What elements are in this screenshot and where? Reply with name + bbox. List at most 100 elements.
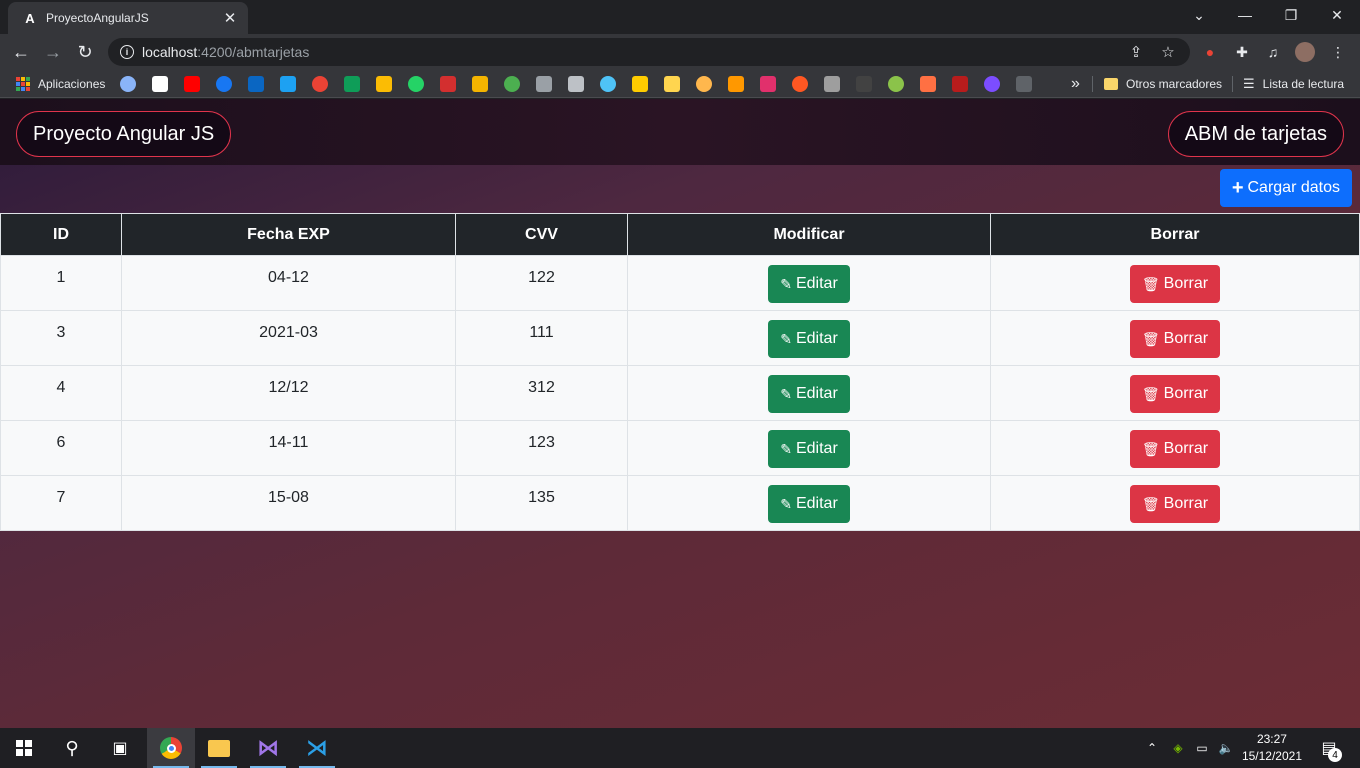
load-data-button[interactable]: + Cargar datos bbox=[1219, 169, 1352, 207]
edit-label: Editar bbox=[795, 275, 838, 292]
bookmark-other[interactable]: Otros marcadores bbox=[1104, 76, 1222, 92]
url-text: localhost:4200/abmtarjetas bbox=[142, 44, 310, 60]
bookmark-favicon-icon[interactable] bbox=[760, 76, 776, 92]
bookmark-favicon-icon[interactable] bbox=[376, 76, 392, 92]
bookmark-favicon-icon[interactable] bbox=[120, 76, 136, 92]
bookmarks-overflow-icon[interactable]: » bbox=[1071, 75, 1080, 92]
extensions-puzzle-icon[interactable]: ✚ bbox=[1232, 42, 1252, 62]
bookmark-favicon-icon[interactable] bbox=[216, 76, 232, 92]
bookmark-favicon-icon[interactable] bbox=[632, 76, 648, 92]
bookmark-favicon-icon[interactable] bbox=[856, 76, 872, 92]
bookmark-favicon-icon[interactable] bbox=[888, 76, 904, 92]
bookmark-favicon-icon[interactable] bbox=[408, 76, 424, 92]
taskbar-file-explorer[interactable] bbox=[195, 728, 243, 768]
nav-abm-tarjetas[interactable]: ABM de tarjetas bbox=[1167, 111, 1344, 157]
tab-search-icon[interactable]: ⌄ bbox=[1176, 0, 1222, 30]
delete-label: Borrar bbox=[1163, 495, 1209, 512]
start-button[interactable] bbox=[0, 728, 48, 768]
forward-arrow-icon[interactable]: → bbox=[40, 39, 66, 65]
browser-tab[interactable]: A ProyectoAngularJS ✕ bbox=[8, 2, 248, 34]
delete-button[interactable]: 🗑 Borrar bbox=[1129, 320, 1221, 358]
cell-id: 1 bbox=[0, 255, 122, 311]
cell-modificar: ✎ Editar bbox=[627, 255, 991, 311]
cell-cvv: 135 bbox=[455, 475, 628, 531]
delete-button[interactable]: 🗑 Borrar bbox=[1129, 265, 1221, 303]
bookmark-favicon-icon[interactable] bbox=[440, 76, 456, 92]
site-info-icon[interactable]: i bbox=[120, 45, 134, 59]
volume-icon[interactable]: 🔈 bbox=[1216, 728, 1236, 768]
share-icon[interactable]: ⇪ bbox=[1124, 38, 1148, 66]
extension-lock-icon[interactable]: ● bbox=[1200, 42, 1220, 62]
notifications-icon[interactable]: ▤ 4 bbox=[1316, 728, 1342, 768]
table-row: 1 04-12 122 ✎ Editar 🗑 Borrar bbox=[0, 255, 1360, 311]
vscode-icon: ⋊ bbox=[306, 735, 328, 760]
bookmark-favicon-icon[interactable] bbox=[952, 76, 968, 92]
delete-label: Borrar bbox=[1163, 275, 1209, 292]
reload-icon[interactable]: ↻ bbox=[72, 39, 98, 65]
nvidia-icon[interactable]: ◈ bbox=[1168, 728, 1188, 768]
column-header-fecha: Fecha EXP bbox=[121, 213, 456, 256]
bookmark-favicon-icon[interactable] bbox=[696, 76, 712, 92]
reading-list[interactable]: ☰ Lista de lectura bbox=[1243, 76, 1344, 92]
bookmark-favicon-icon[interactable] bbox=[504, 76, 520, 92]
bookmark-star-icon[interactable]: ☆ bbox=[1156, 38, 1180, 66]
bookmark-favicon-icon[interactable] bbox=[472, 76, 488, 92]
address-bar[interactable]: i localhost:4200/abmtarjetas ⇪ ☆ bbox=[108, 38, 1190, 66]
bookmark-favicon-icon[interactable] bbox=[568, 76, 584, 92]
cell-modificar: ✎ Editar bbox=[627, 475, 991, 531]
windows-taskbar: ⚲ ▣ ⋈ ⋊ ⌃ ◈ ▭ 🔈 23:27 15/12/2021 ▤ 4 bbox=[0, 728, 1360, 768]
folder-icon bbox=[1104, 78, 1118, 90]
close-window-button[interactable]: ✕ bbox=[1314, 0, 1360, 30]
bookmark-favicon-icon[interactable] bbox=[728, 76, 744, 92]
system-clock[interactable]: 23:27 15/12/2021 bbox=[1242, 731, 1302, 765]
edit-button[interactable]: ✎ Editar bbox=[768, 485, 850, 523]
delete-button[interactable]: 🗑 Borrar bbox=[1129, 375, 1221, 413]
bookmarks-bar: Aplicaciones » Otros marcadores ☰ Lista … bbox=[0, 70, 1360, 98]
cell-cvv: 122 bbox=[455, 255, 628, 311]
bookmark-favicon-icon[interactable] bbox=[312, 76, 328, 92]
edit-button[interactable]: ✎ Editar bbox=[768, 320, 850, 358]
bookmarks-divider bbox=[1232, 76, 1233, 92]
bookmark-favicon-icon[interactable] bbox=[280, 76, 296, 92]
pencil-icon: ✎ bbox=[780, 330, 792, 347]
trash-icon: 🗑 bbox=[1141, 275, 1160, 292]
edit-button[interactable]: ✎ Editar bbox=[768, 375, 850, 413]
chrome-menu-icon[interactable]: ⋮ bbox=[1328, 42, 1348, 62]
bookmark-favicon-icon[interactable] bbox=[792, 76, 808, 92]
taskbar-vscode[interactable]: ⋊ bbox=[293, 728, 341, 768]
restore-button[interactable]: ❐ bbox=[1268, 0, 1314, 30]
bookmark-favicon-icon[interactable] bbox=[600, 76, 616, 92]
brand-title[interactable]: Proyecto Angular JS bbox=[16, 111, 232, 157]
tab-close-icon[interactable]: ✕ bbox=[222, 9, 238, 27]
bookmark-favicon-icon[interactable] bbox=[920, 76, 936, 92]
task-view-icon[interactable]: ▣ bbox=[96, 728, 144, 768]
delete-button[interactable]: 🗑 Borrar bbox=[1129, 430, 1221, 468]
bookmark-favicon-icon[interactable] bbox=[184, 76, 200, 92]
media-control-icon[interactable]: ♫ bbox=[1263, 42, 1283, 62]
column-header-cvv: CVV bbox=[455, 213, 628, 256]
bookmark-apps-label: Aplicaciones bbox=[38, 77, 106, 91]
edit-button[interactable]: ✎ Editar bbox=[768, 430, 850, 468]
profile-avatar[interactable] bbox=[1295, 42, 1315, 62]
tray-expand-icon[interactable]: ⌃ bbox=[1142, 728, 1162, 768]
bookmark-favicon-icon[interactable] bbox=[984, 76, 1000, 92]
bookmark-apps[interactable]: Aplicaciones bbox=[16, 76, 105, 92]
taskbar-visual-studio[interactable]: ⋈ bbox=[244, 728, 292, 768]
taskbar-chrome[interactable] bbox=[147, 728, 195, 768]
bookmark-favicon-icon[interactable] bbox=[824, 76, 840, 92]
minimize-button[interactable]: — bbox=[1222, 0, 1268, 30]
plus-icon: + bbox=[1231, 176, 1244, 199]
edit-button[interactable]: ✎ Editar bbox=[768, 265, 850, 303]
edit-label: Editar bbox=[795, 440, 838, 457]
page-content: Proyecto Angular JS ABM de tarjetas + Ca… bbox=[0, 99, 1360, 728]
bookmark-favicon-icon[interactable] bbox=[248, 76, 264, 92]
bookmark-favicon-icon[interactable] bbox=[664, 76, 680, 92]
delete-button[interactable]: 🗑 Borrar bbox=[1129, 485, 1221, 523]
network-icon[interactable]: ▭ bbox=[1192, 728, 1212, 768]
bookmark-favicon-icon[interactable] bbox=[152, 76, 168, 92]
bookmark-favicon-icon[interactable] bbox=[344, 76, 360, 92]
search-icon[interactable]: ⚲ bbox=[48, 728, 96, 768]
back-arrow-icon[interactable]: ← bbox=[8, 39, 34, 65]
bookmark-favicon-icon[interactable] bbox=[536, 76, 552, 92]
bookmark-favicon-icon[interactable] bbox=[1016, 76, 1032, 92]
